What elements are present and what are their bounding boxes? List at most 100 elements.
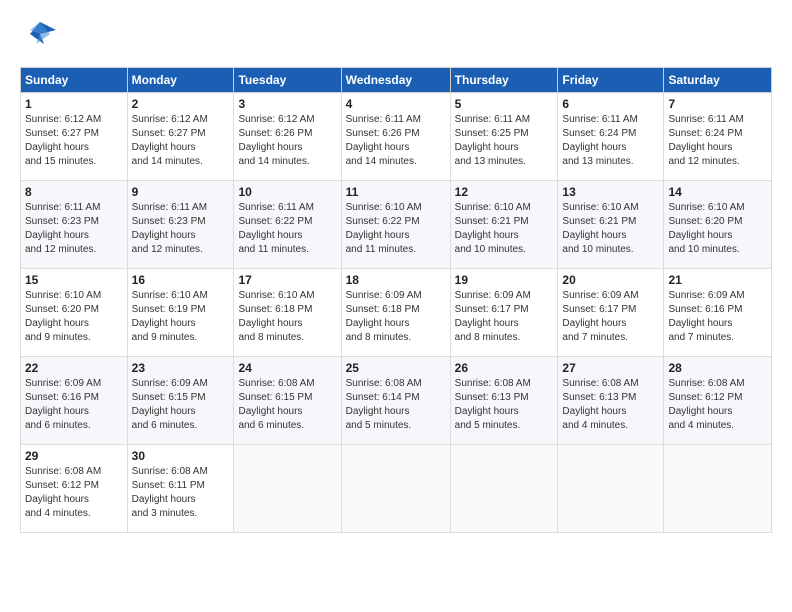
day-detail: Sunrise: 6:08 AMSunset: 6:12 PMDaylight … [668,378,744,431]
calendar-week-2: 8 Sunrise: 6:11 AMSunset: 6:23 PMDayligh… [21,181,772,269]
day-detail: Sunrise: 6:11 AMSunset: 6:23 PMDaylight … [25,202,100,255]
day-detail: Sunrise: 6:10 AMSunset: 6:20 PMDaylight … [25,290,101,343]
day-detail: Sunrise: 6:10 AMSunset: 6:21 PMDaylight … [455,202,531,255]
calendar-week-5: 29 Sunrise: 6:08 AMSunset: 6:12 PMDaylig… [21,445,772,533]
calendar-cell: 30 Sunrise: 6:08 AMSunset: 6:11 PMDaylig… [127,445,234,533]
day-detail: Sunrise: 6:11 AMSunset: 6:25 PMDaylight … [455,114,530,167]
calendar-table: SundayMondayTuesdayWednesdayThursdayFrid… [20,67,772,533]
calendar-header-tuesday: Tuesday [234,68,341,93]
calendar-cell: 8 Sunrise: 6:11 AMSunset: 6:23 PMDayligh… [21,181,128,269]
calendar-cell: 21 Sunrise: 6:09 AMSunset: 6:16 PMDaylig… [664,269,772,357]
day-number: 13 [562,185,659,199]
day-detail: Sunrise: 6:11 AMSunset: 6:23 PMDaylight … [132,202,207,255]
calendar-cell: 16 Sunrise: 6:10 AMSunset: 6:19 PMDaylig… [127,269,234,357]
day-number: 15 [25,273,123,287]
day-detail: Sunrise: 6:09 AMSunset: 6:17 PMDaylight … [455,290,531,343]
day-number: 7 [668,97,767,111]
day-detail: Sunrise: 6:08 AMSunset: 6:11 PMDaylight … [132,466,208,519]
calendar-cell: 1 Sunrise: 6:12 AMSunset: 6:27 PMDayligh… [21,93,128,181]
calendar-cell: 7 Sunrise: 6:11 AMSunset: 6:24 PMDayligh… [664,93,772,181]
calendar-header-monday: Monday [127,68,234,93]
calendar-header-friday: Friday [558,68,664,93]
day-detail: Sunrise: 6:09 AMSunset: 6:16 PMDaylight … [668,290,744,343]
day-detail: Sunrise: 6:09 AMSunset: 6:18 PMDaylight … [346,290,422,343]
calendar-header-thursday: Thursday [450,68,558,93]
day-number: 26 [455,361,554,375]
day-number: 22 [25,361,123,375]
day-detail: Sunrise: 6:08 AMSunset: 6:13 PMDaylight … [562,378,638,431]
calendar-cell: 12 Sunrise: 6:10 AMSunset: 6:21 PMDaylig… [450,181,558,269]
day-detail: Sunrise: 6:10 AMSunset: 6:21 PMDaylight … [562,202,638,255]
calendar-week-1: 1 Sunrise: 6:12 AMSunset: 6:27 PMDayligh… [21,93,772,181]
calendar-header-saturday: Saturday [664,68,772,93]
day-number: 24 [238,361,336,375]
day-detail: Sunrise: 6:10 AMSunset: 6:18 PMDaylight … [238,290,314,343]
day-detail: Sunrise: 6:08 AMSunset: 6:12 PMDaylight … [25,466,101,519]
day-detail: Sunrise: 6:08 AMSunset: 6:14 PMDaylight … [346,378,422,431]
calendar-cell: 3 Sunrise: 6:12 AMSunset: 6:26 PMDayligh… [234,93,341,181]
day-detail: Sunrise: 6:10 AMSunset: 6:19 PMDaylight … [132,290,208,343]
calendar-cell: 10 Sunrise: 6:11 AMSunset: 6:22 PMDaylig… [234,181,341,269]
calendar-cell [664,445,772,533]
calendar-cell [450,445,558,533]
day-number: 4 [346,97,446,111]
day-detail: Sunrise: 6:10 AMSunset: 6:22 PMDaylight … [346,202,422,255]
day-number: 6 [562,97,659,111]
day-number: 1 [25,97,123,111]
day-number: 23 [132,361,230,375]
day-detail: Sunrise: 6:12 AMSunset: 6:26 PMDaylight … [238,114,314,167]
day-number: 30 [132,449,230,463]
page-header [20,16,772,57]
calendar-cell: 9 Sunrise: 6:11 AMSunset: 6:23 PMDayligh… [127,181,234,269]
day-detail: Sunrise: 6:08 AMSunset: 6:13 PMDaylight … [455,378,531,431]
day-number: 11 [346,185,446,199]
day-detail: Sunrise: 6:11 AMSunset: 6:26 PMDaylight … [346,114,421,167]
calendar-cell: 20 Sunrise: 6:09 AMSunset: 6:17 PMDaylig… [558,269,664,357]
day-number: 9 [132,185,230,199]
day-number: 3 [238,97,336,111]
calendar-week-4: 22 Sunrise: 6:09 AMSunset: 6:16 PMDaylig… [21,357,772,445]
calendar-cell: 27 Sunrise: 6:08 AMSunset: 6:13 PMDaylig… [558,357,664,445]
calendar-cell: 14 Sunrise: 6:10 AMSunset: 6:20 PMDaylig… [664,181,772,269]
calendar-cell: 17 Sunrise: 6:10 AMSunset: 6:18 PMDaylig… [234,269,341,357]
day-detail: Sunrise: 6:09 AMSunset: 6:17 PMDaylight … [562,290,638,343]
day-number: 27 [562,361,659,375]
day-detail: Sunrise: 6:12 AMSunset: 6:27 PMDaylight … [132,114,208,167]
calendar-cell: 24 Sunrise: 6:08 AMSunset: 6:15 PMDaylig… [234,357,341,445]
day-detail: Sunrise: 6:11 AMSunset: 6:24 PMDaylight … [668,114,743,167]
logo-bird-icon [20,16,56,57]
calendar-header-wednesday: Wednesday [341,68,450,93]
day-number: 20 [562,273,659,287]
calendar-cell: 6 Sunrise: 6:11 AMSunset: 6:24 PMDayligh… [558,93,664,181]
calendar-cell: 11 Sunrise: 6:10 AMSunset: 6:22 PMDaylig… [341,181,450,269]
calendar-cell: 4 Sunrise: 6:11 AMSunset: 6:26 PMDayligh… [341,93,450,181]
calendar-header-row: SundayMondayTuesdayWednesdayThursdayFrid… [21,68,772,93]
day-number: 17 [238,273,336,287]
calendar-week-3: 15 Sunrise: 6:10 AMSunset: 6:20 PMDaylig… [21,269,772,357]
day-number: 10 [238,185,336,199]
day-number: 16 [132,273,230,287]
day-number: 5 [455,97,554,111]
day-number: 18 [346,273,446,287]
day-number: 21 [668,273,767,287]
day-number: 25 [346,361,446,375]
calendar-cell: 22 Sunrise: 6:09 AMSunset: 6:16 PMDaylig… [21,357,128,445]
calendar-cell [558,445,664,533]
day-detail: Sunrise: 6:09 AMSunset: 6:15 PMDaylight … [132,378,208,431]
calendar-cell: 18 Sunrise: 6:09 AMSunset: 6:18 PMDaylig… [341,269,450,357]
calendar-cell: 23 Sunrise: 6:09 AMSunset: 6:15 PMDaylig… [127,357,234,445]
day-detail: Sunrise: 6:12 AMSunset: 6:27 PMDaylight … [25,114,101,167]
calendar-cell: 5 Sunrise: 6:11 AMSunset: 6:25 PMDayligh… [450,93,558,181]
calendar-cell [341,445,450,533]
calendar-cell: 28 Sunrise: 6:08 AMSunset: 6:12 PMDaylig… [664,357,772,445]
calendar-cell: 19 Sunrise: 6:09 AMSunset: 6:17 PMDaylig… [450,269,558,357]
logo [20,16,60,57]
day-detail: Sunrise: 6:11 AMSunset: 6:22 PMDaylight … [238,202,313,255]
day-number: 14 [668,185,767,199]
day-number: 19 [455,273,554,287]
day-number: 28 [668,361,767,375]
calendar-header-sunday: Sunday [21,68,128,93]
day-detail: Sunrise: 6:11 AMSunset: 6:24 PMDaylight … [562,114,637,167]
day-detail: Sunrise: 6:08 AMSunset: 6:15 PMDaylight … [238,378,314,431]
calendar-cell: 2 Sunrise: 6:12 AMSunset: 6:27 PMDayligh… [127,93,234,181]
